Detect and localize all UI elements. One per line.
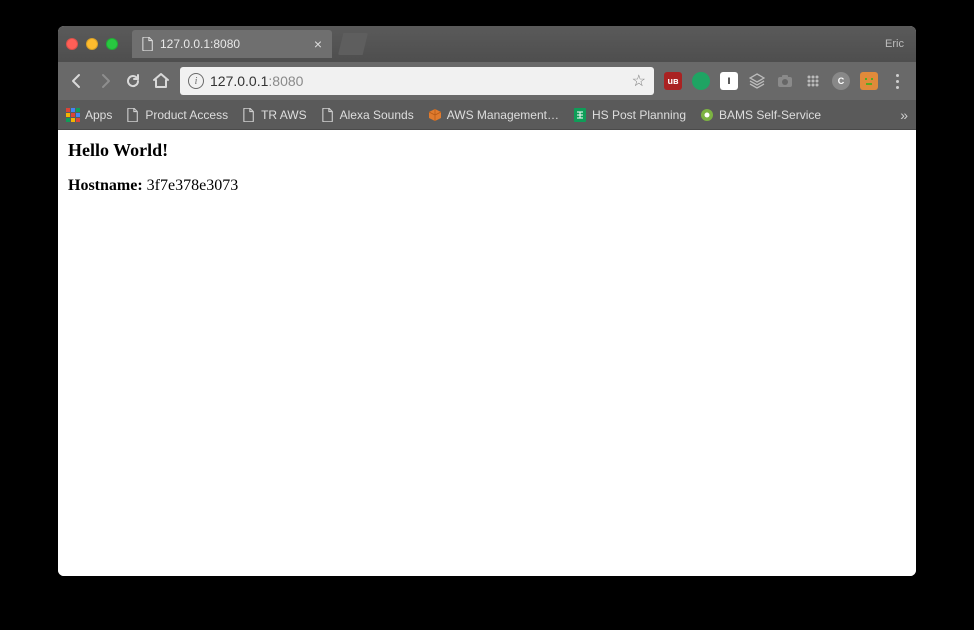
extension-stack-icon[interactable] (748, 72, 766, 90)
extension-camera-icon[interactable] (776, 72, 794, 90)
bookmark-tr-aws[interactable]: TR AWS (242, 108, 307, 122)
bookmark-label: Alexa Sounds (340, 108, 414, 122)
hostname-line: Hostname: 3f7e378e3073 (68, 177, 906, 195)
bookmark-label: Product Access (145, 108, 228, 122)
bookmark-aws-management[interactable]: AWS Management… (428, 108, 559, 122)
tab-title: 127.0.0.1:8080 (160, 37, 240, 51)
reload-button[interactable] (124, 72, 142, 90)
bookmark-bams-self-service[interactable]: BAMS Self-Service (700, 108, 821, 122)
sheet-icon (573, 108, 587, 122)
back-button[interactable] (68, 72, 86, 90)
doc-icon (321, 108, 335, 122)
url-text: 127.0.0.1:8080 (210, 73, 626, 89)
hostname-label: Hostname: (68, 177, 143, 194)
bookmarks-bar: Apps Product Access TR AWS Alexa Sounds … (58, 100, 916, 130)
extension-green-circle-icon[interactable] (692, 72, 710, 90)
extension-c-icon[interactable]: C (832, 72, 850, 90)
bookmark-label: AWS Management… (447, 108, 559, 122)
url-port: :8080 (268, 73, 303, 89)
extension-face-icon[interactable] (860, 72, 878, 90)
chrome-menu-button[interactable] (888, 74, 906, 89)
bookmark-alexa-sounds[interactable]: Alexa Sounds (321, 108, 414, 122)
nav-toolbar: i 127.0.0.1:8080 ☆ uʙ I C (58, 62, 916, 100)
hostname-value: 3f7e378e3073 (147, 177, 239, 194)
doc-icon (242, 108, 256, 122)
site-info-icon[interactable]: i (188, 73, 204, 89)
bookmark-label: HS Post Planning (592, 108, 686, 122)
forward-button[interactable] (96, 72, 114, 90)
bams-icon (700, 108, 714, 122)
browser-tab[interactable]: 127.0.0.1:8080 × (132, 30, 332, 58)
bookmark-label: TR AWS (261, 108, 307, 122)
bookmark-hs-post-planning[interactable]: HS Post Planning (573, 108, 686, 122)
close-window-button[interactable] (66, 38, 78, 50)
zoom-window-button[interactable] (106, 38, 118, 50)
extension-ublock-icon[interactable]: uʙ (664, 72, 682, 90)
extension-instapaper-icon[interactable]: I (720, 72, 738, 90)
cube-icon (428, 108, 442, 122)
bookmark-apps[interactable]: Apps (66, 108, 112, 122)
doc-icon (126, 108, 140, 122)
extension-icons: uʙ I C (664, 72, 878, 90)
bookmark-label: BAMS Self-Service (719, 108, 821, 122)
titlebar: 127.0.0.1:8080 × Eric (58, 26, 916, 62)
address-bar[interactable]: i 127.0.0.1:8080 ☆ (180, 67, 654, 95)
bookmarks-overflow-button[interactable]: » (900, 107, 908, 123)
bookmark-label: Apps (85, 108, 112, 122)
minimize-window-button[interactable] (86, 38, 98, 50)
close-tab-button[interactable]: × (314, 36, 322, 52)
page-heading: Hello World! (68, 140, 906, 161)
home-button[interactable] (152, 72, 170, 90)
browser-window: 127.0.0.1:8080 × Eric i 127.0.0.1:8080 ☆… (58, 26, 916, 576)
profile-name[interactable]: Eric (885, 38, 908, 50)
new-tab-button[interactable] (338, 33, 368, 55)
url-host: 127.0.0.1 (210, 73, 268, 89)
extension-grid-icon[interactable] (804, 72, 822, 90)
page-icon (142, 37, 154, 51)
apps-icon (66, 108, 80, 122)
bookmark-star-icon[interactable]: ☆ (632, 71, 646, 91)
bookmark-product-access[interactable]: Product Access (126, 108, 228, 122)
window-controls (66, 38, 118, 50)
page-content: Hello World! Hostname: 3f7e378e3073 (58, 130, 916, 576)
